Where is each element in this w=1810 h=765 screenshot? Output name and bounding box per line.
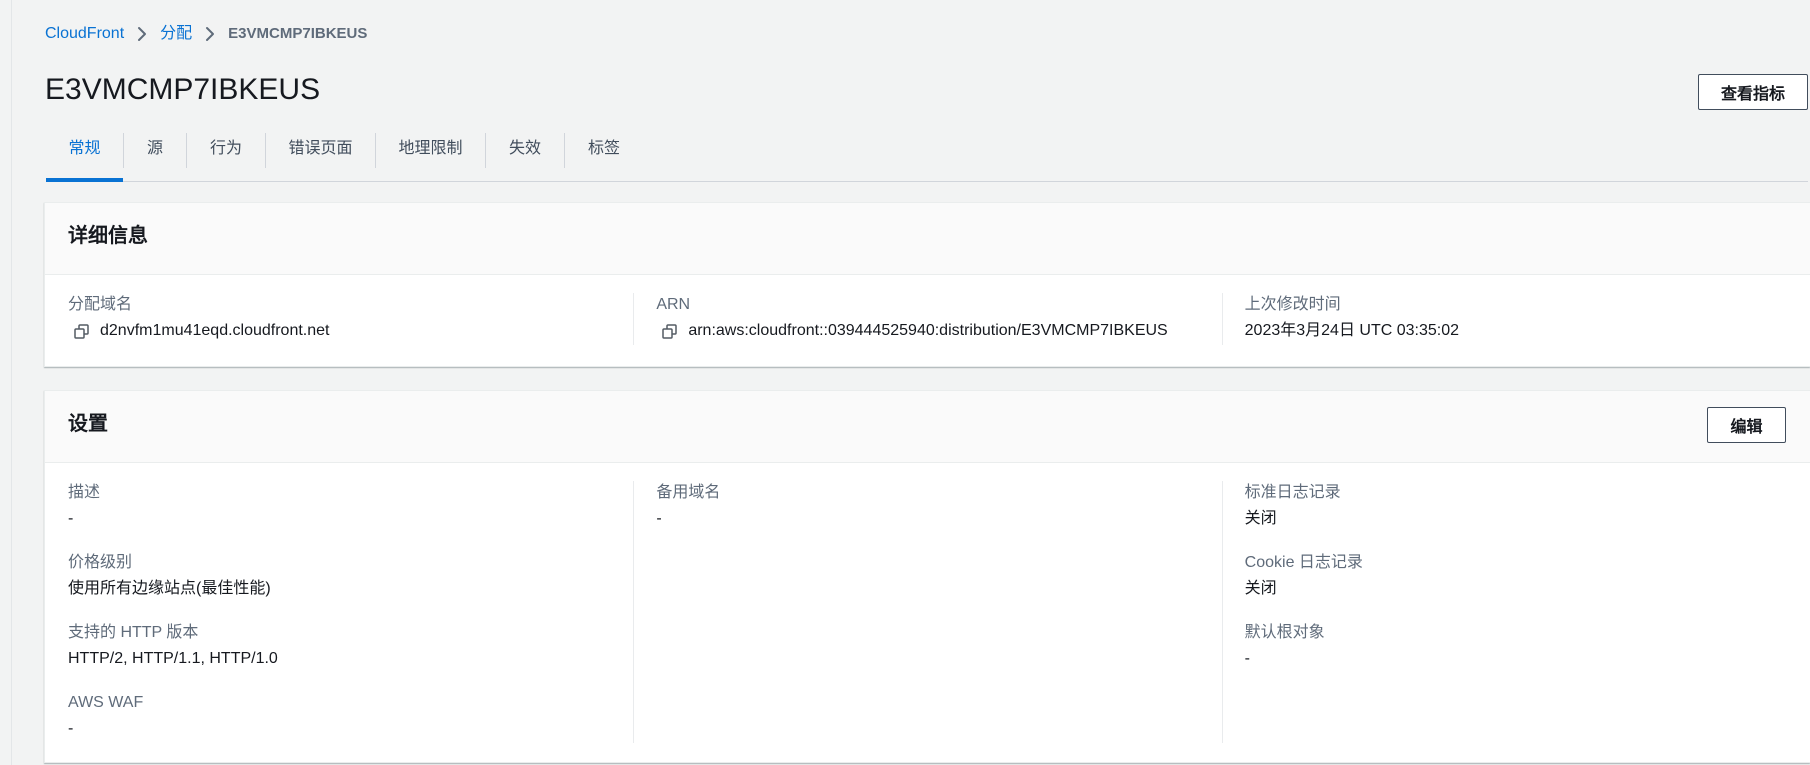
copy-icon[interactable]	[662, 323, 678, 339]
tab-label: 标签	[587, 140, 620, 157]
field-label: 分配域名	[68, 296, 133, 313]
field-value-row: d2nvfm1mu41eqd.cloudfront.net	[68, 320, 610, 342]
tab-label: 地理限制	[398, 140, 463, 157]
field-value: -	[68, 720, 74, 737]
tab-origins[interactable]: 源	[124, 128, 186, 181]
tab-general[interactable]: 常规	[46, 128, 123, 182]
field-value-row: arn:aws:cloudfront::039444525940:distrib…	[656, 320, 1198, 342]
field-label: 价格级别	[68, 554, 133, 571]
cookie-logging-field: Cookie 日志记录 关闭	[1245, 552, 1787, 600]
settings-column: 备用域名 -	[633, 481, 1221, 743]
field-label: ARN	[656, 296, 691, 313]
settings-column: 标准日志记录 关闭 Cookie 日志记录 关闭 默认根对象 -	[1221, 481, 1810, 743]
settings-panel: 设置 编辑 描述 - 价格级别 使用所有边缘站点(最佳性能) 支持的 HTTP …	[44, 390, 1810, 763]
breadcrumb-distributions-link[interactable]: 分配	[160, 22, 192, 45]
tab-error-pages[interactable]: 错误页面	[266, 128, 375, 181]
tab-bar: 常规 源 行为 错误页面 地理限制 失效 标签	[46, 128, 1808, 182]
details-panel-header: 详细信息	[45, 203, 1810, 275]
last-modified-value: 2023年3月24日 UTC 03:35:02	[1244, 322, 1460, 339]
arn-field: ARN arn:aws:cloudfront::039444525940:dis…	[656, 294, 1198, 342]
details-panel-body: 分配域名 d2nvfm1mu41eqd.cloudfront.net ARN a…	[45, 275, 1810, 345]
tab-label: 行为	[209, 140, 242, 157]
breadcrumb-current: E3VMCMP7IBKEUS	[228, 25, 368, 42]
tab-label: 错误页面	[288, 140, 353, 157]
settings-panel-header: 设置 编辑	[45, 391, 1810, 463]
field-value: 关闭	[1244, 510, 1277, 527]
settings-panel-body: 描述 - 价格级别 使用所有边缘站点(最佳性能) 支持的 HTTP 版本 HTT…	[45, 463, 1810, 743]
tab-label: 源	[146, 140, 163, 157]
field-value: 使用所有边缘站点(最佳性能)	[68, 580, 271, 597]
active-tab-indicator	[46, 178, 123, 182]
field-label: 备用域名	[656, 484, 721, 501]
details-column: ARN arn:aws:cloudfront::039444525940:dis…	[633, 293, 1221, 345]
distribution-domain-field: 分配域名 d2nvfm1mu41eqd.cloudfront.net	[68, 294, 610, 342]
navigation-edge	[11, 0, 12, 765]
chevron-right-icon	[206, 26, 215, 41]
tab-label: 失效	[508, 140, 541, 157]
last-modified-field: 上次修改时间 2023年3月24日 UTC 03:35:02	[1245, 294, 1787, 342]
breadcrumb: CloudFront 分配 E3VMCMP7IBKEUS	[45, 22, 367, 45]
http-versions-field: 支持的 HTTP 版本 HTTP/2, HTTP/1.1, HTTP/1.0	[68, 622, 610, 670]
field-value: -	[1244, 650, 1250, 667]
field-label: 描述	[68, 484, 101, 501]
settings-column: 描述 - 价格级别 使用所有边缘站点(最佳性能) 支持的 HTTP 版本 HTT…	[45, 481, 633, 743]
field-label: 上次修改时间	[1244, 296, 1341, 313]
edit-button[interactable]: 编辑	[1707, 407, 1786, 443]
tab-label: 常规	[68, 140, 101, 157]
settings-panel-title: 设置	[68, 413, 108, 435]
field-label: AWS WAF	[68, 694, 144, 711]
field-label: 默认根对象	[1244, 624, 1325, 641]
field-label: Cookie 日志记录	[1244, 554, 1363, 571]
chevron-right-icon	[138, 26, 147, 41]
details-panel-title: 详细信息	[68, 225, 148, 247]
page-title: E3VMCMP7IBKEUS	[45, 73, 321, 106]
tab-tags[interactable]: 标签	[565, 128, 643, 181]
field-label: 标准日志记录	[1244, 484, 1341, 501]
description-field: 描述 -	[68, 482, 610, 530]
view-metrics-button[interactable]: 查看指标	[1698, 74, 1808, 110]
tab-invalidations[interactable]: 失效	[486, 128, 564, 181]
details-column: 上次修改时间 2023年3月24日 UTC 03:35:02	[1221, 293, 1810, 345]
field-value: 关闭	[1244, 580, 1277, 597]
arn-value: arn:aws:cloudfront::039444525940:distrib…	[688, 322, 1168, 339]
field-label: 支持的 HTTP 版本	[68, 624, 199, 641]
price-class-field: 价格级别 使用所有边缘站点(最佳性能)	[68, 552, 610, 600]
aws-waf-field: AWS WAF -	[68, 692, 610, 740]
details-panel: 详细信息 分配域名 d2nvfm1mu41eqd.cloudfront.net …	[44, 202, 1810, 367]
tab-geographic-restrictions[interactable]: 地理限制	[376, 128, 485, 181]
standard-logging-field: 标准日志记录 关闭	[1245, 482, 1787, 530]
details-column: 分配域名 d2nvfm1mu41eqd.cloudfront.net	[45, 293, 633, 345]
distribution-domain-value: d2nvfm1mu41eqd.cloudfront.net	[100, 322, 330, 339]
copy-icon[interactable]	[74, 323, 89, 339]
field-value: HTTP/2, HTTP/1.1, HTTP/1.0	[68, 650, 278, 667]
alternate-domain-field: 备用域名 -	[656, 482, 1198, 530]
field-value: -	[656, 510, 662, 527]
default-root-object-field: 默认根对象 -	[1245, 622, 1787, 670]
breadcrumb-cloudfront-link[interactable]: CloudFront	[45, 22, 124, 45]
field-value: -	[68, 510, 74, 527]
tab-behaviors[interactable]: 行为	[187, 128, 265, 181]
